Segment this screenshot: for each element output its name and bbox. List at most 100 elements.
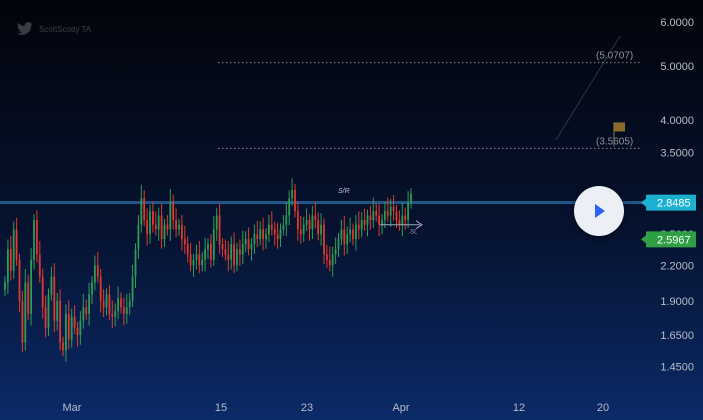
candle-body <box>18 259 21 301</box>
candle-body <box>114 311 117 317</box>
y-tick-label: 1.6500 <box>660 330 694 342</box>
candle-body <box>366 215 369 225</box>
y-tick-label: 1.4500 <box>660 361 694 373</box>
candle-body <box>273 229 276 235</box>
candle-body <box>137 224 140 250</box>
candle-body <box>105 294 108 308</box>
candle-body <box>73 316 76 328</box>
candle-body <box>343 229 346 245</box>
candle-body <box>355 224 357 240</box>
candle-body <box>59 300 61 343</box>
price-badge-label: 2.8485 <box>657 198 691 210</box>
candle-body <box>360 220 363 230</box>
candle-body <box>175 220 177 230</box>
candle-body <box>67 313 70 340</box>
candle-body <box>210 244 212 260</box>
candle-body <box>352 229 354 240</box>
x-tick-label: Apr <box>392 402 409 414</box>
candle-body <box>227 254 230 260</box>
price-badges: 2.8485 2.5967 <box>641 194 696 248</box>
candle-body <box>143 198 146 221</box>
sr-annotation: S/R <box>338 188 350 195</box>
candle-body <box>41 276 44 308</box>
candle-body <box>230 244 233 260</box>
candle-body <box>349 229 351 235</box>
candle-body <box>99 276 102 301</box>
play-icon <box>595 204 605 218</box>
candle-body <box>50 276 53 295</box>
candle-body <box>346 234 349 245</box>
y-tick-label: 3.5000 <box>660 148 694 160</box>
candle-body <box>389 206 392 216</box>
support-resistance <box>0 201 646 205</box>
price-badge-label: 2.5967 <box>657 234 691 246</box>
play-button[interactable] <box>574 186 624 236</box>
candle-body <box>265 234 267 240</box>
candle-body <box>326 254 328 260</box>
candle-body <box>125 307 128 314</box>
fib-levels: (5.0707) (3.5605) <box>218 35 640 149</box>
candle-body <box>314 215 317 221</box>
candle-body <box>36 220 38 255</box>
candle-body <box>395 211 398 221</box>
candle-body <box>181 224 183 240</box>
projection-line <box>555 35 621 141</box>
candle-body <box>82 307 85 321</box>
candle-body <box>178 224 180 230</box>
candle-body <box>44 307 47 328</box>
candle-body <box>27 282 30 314</box>
candle-body <box>94 265 96 283</box>
candle-body <box>172 202 175 221</box>
fib-level-label: (5.0707) <box>596 51 633 62</box>
candle-body <box>256 234 259 240</box>
candle-body <box>253 234 256 245</box>
candle-body <box>117 298 119 312</box>
y-tick-label: 5.0000 <box>660 61 694 73</box>
x-tick-label: 23 <box>301 402 313 414</box>
candle-body <box>128 300 131 308</box>
candle-body <box>9 249 12 271</box>
candle-body <box>299 229 302 235</box>
candle-body <box>62 342 64 351</box>
candle-body <box>244 239 247 245</box>
candle-body <box>372 211 375 221</box>
candle-body <box>96 265 99 277</box>
candle-body <box>375 211 378 216</box>
candle-body <box>88 294 90 314</box>
candle-body <box>38 254 41 277</box>
candle-body <box>111 313 114 317</box>
candle-body <box>207 244 209 250</box>
candle-body <box>268 224 270 235</box>
candle-body <box>12 229 15 271</box>
candle-body <box>218 215 221 245</box>
candle-body <box>186 244 189 255</box>
candle-body <box>305 220 308 225</box>
candle-body <box>160 215 163 240</box>
chart: (5.0707) (3.5605) S/R SL 6.0000 5.0000 4.000… <box>0 0 703 420</box>
candle-body <box>317 220 320 235</box>
x-axis: Mar 15 23 Apr 12 20 <box>63 402 610 414</box>
y-tick-label: 6.0000 <box>660 17 694 29</box>
candle-body <box>392 206 395 212</box>
candle-body <box>340 229 343 240</box>
candle-body <box>224 249 227 255</box>
candle-body <box>24 282 27 343</box>
candle-body <box>76 327 79 336</box>
candle-body <box>192 259 195 266</box>
candle-body <box>163 224 166 240</box>
candle-body <box>212 229 215 260</box>
candle-body <box>308 220 311 230</box>
candle-body <box>320 224 322 235</box>
candle-body <box>262 229 264 240</box>
candle-body <box>53 276 56 321</box>
candles <box>4 178 412 362</box>
candle-body <box>166 224 169 230</box>
y-tick-label: 2.2000 <box>660 260 694 272</box>
candle-body <box>291 189 293 199</box>
candle-body <box>233 244 235 266</box>
fib-level-label: (3.5605) <box>596 136 633 147</box>
candle-body <box>398 220 401 225</box>
candle-body <box>363 220 366 225</box>
candle-body <box>294 189 296 212</box>
candle-body <box>276 234 279 240</box>
